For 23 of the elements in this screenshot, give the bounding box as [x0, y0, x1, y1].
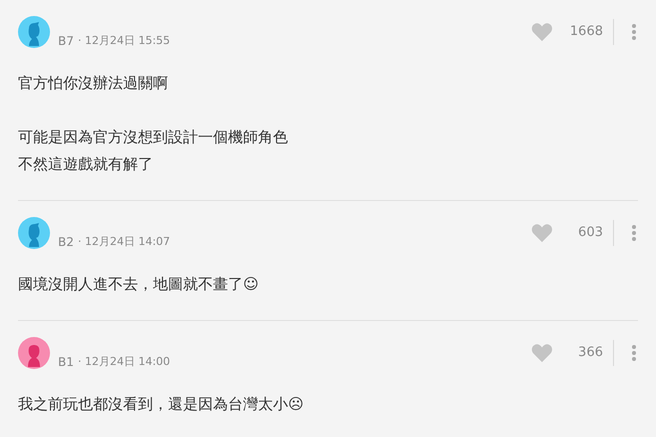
heart-icon[interactable]	[531, 343, 553, 363]
comment-text: 可能是因為官方沒想到設計一個機師角色	[18, 127, 288, 148]
post-time: · 12月24日 15:55	[78, 32, 170, 49]
comment-text: 國境沒開人進不去，地圖就不畫了☺	[18, 274, 259, 295]
more-icon[interactable]	[632, 345, 636, 361]
like-count: 366	[577, 344, 603, 362]
more-icon[interactable]	[632, 24, 636, 40]
post-time: · 12月24日 14:07	[78, 234, 170, 250]
avatar-icon	[18, 337, 50, 369]
heart-icon[interactable]	[531, 223, 553, 243]
like-count: 1668	[568, 23, 603, 42]
comment-text: 不然這遊戲就有解了	[18, 154, 153, 175]
heart-icon[interactable]	[531, 22, 553, 42]
floor-number: B2	[58, 234, 74, 251]
comment-text: 我之前玩也都沒看到，還是因為台灣太小☹	[18, 394, 304, 415]
avatar-icon	[18, 217, 50, 249]
floor-number: B7	[58, 33, 74, 50]
more-icon[interactable]	[632, 225, 636, 241]
post-time: · 12月24日 14:00	[78, 354, 170, 370]
comment-text: 官方怕你沒辦法過關啊	[18, 73, 168, 94]
like-count: 603	[577, 224, 603, 242]
avatar-icon	[18, 16, 50, 48]
floor-number: B1	[58, 354, 74, 371]
